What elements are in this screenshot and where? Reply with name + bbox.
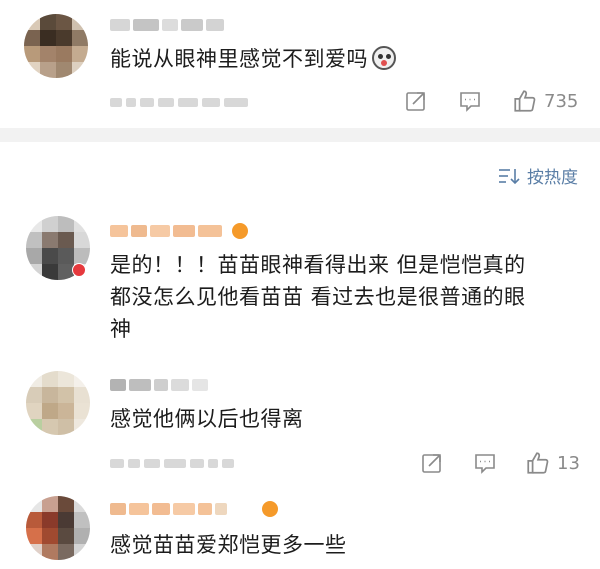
comment-icon: [460, 92, 480, 112]
comment-avatar[interactable]: [26, 371, 90, 435]
comment-author-name-redacted[interactable]: [110, 376, 208, 394]
post-author-name-redacted[interactable]: [110, 16, 224, 34]
verified-badge-icon: [72, 263, 86, 277]
post-text: 能说从眼神里感觉不到爱吗: [110, 43, 396, 75]
comment-text: 感觉他俩以后也得离: [110, 407, 304, 431]
post-meta-redacted: [110, 95, 248, 109]
like-count: 13: [557, 452, 580, 474]
comment-button[interactable]: [473, 451, 497, 475]
share-button[interactable]: [404, 89, 428, 113]
comment-author-name-redacted[interactable]: [110, 500, 227, 518]
like-count: 735: [544, 90, 579, 112]
shocked-face-icon: [372, 46, 396, 70]
share-icon: [422, 454, 441, 473]
share-button[interactable]: [420, 451, 444, 475]
post-card: 能说从眼神里感觉不到爱吗 735: [0, 0, 600, 128]
comment-meta-redacted: [110, 456, 234, 470]
share-icon: [406, 92, 425, 111]
comment-avatar[interactable]: [26, 496, 90, 560]
sort-label: 按热度: [527, 168, 578, 188]
fan-badge-icon: [232, 223, 248, 239]
fan-badge-icon: [262, 501, 278, 517]
comment-text: 是的！！！苗苗眼神看得出来 但是恺恺真的 都没怎么见他看苗苗 看过去也是很普通的…: [110, 253, 526, 341]
thumbs-up-icon: [514, 90, 536, 112]
section-divider: [0, 128, 600, 142]
thumbs-up-icon: [527, 452, 549, 474]
sort-icon: [499, 168, 520, 184]
comment-author-name-redacted[interactable]: [110, 222, 222, 240]
sort-by-popularity-button[interactable]: 按热度: [498, 163, 578, 188]
comment-text: 感觉苗苗爱郑恺更多一些: [110, 533, 347, 557]
comment-button[interactable]: [458, 89, 482, 113]
comment-icon: [475, 454, 495, 474]
like-button[interactable]: 735: [512, 88, 578, 114]
like-button[interactable]: 13: [525, 450, 580, 476]
post-author-avatar[interactable]: [24, 14, 88, 78]
